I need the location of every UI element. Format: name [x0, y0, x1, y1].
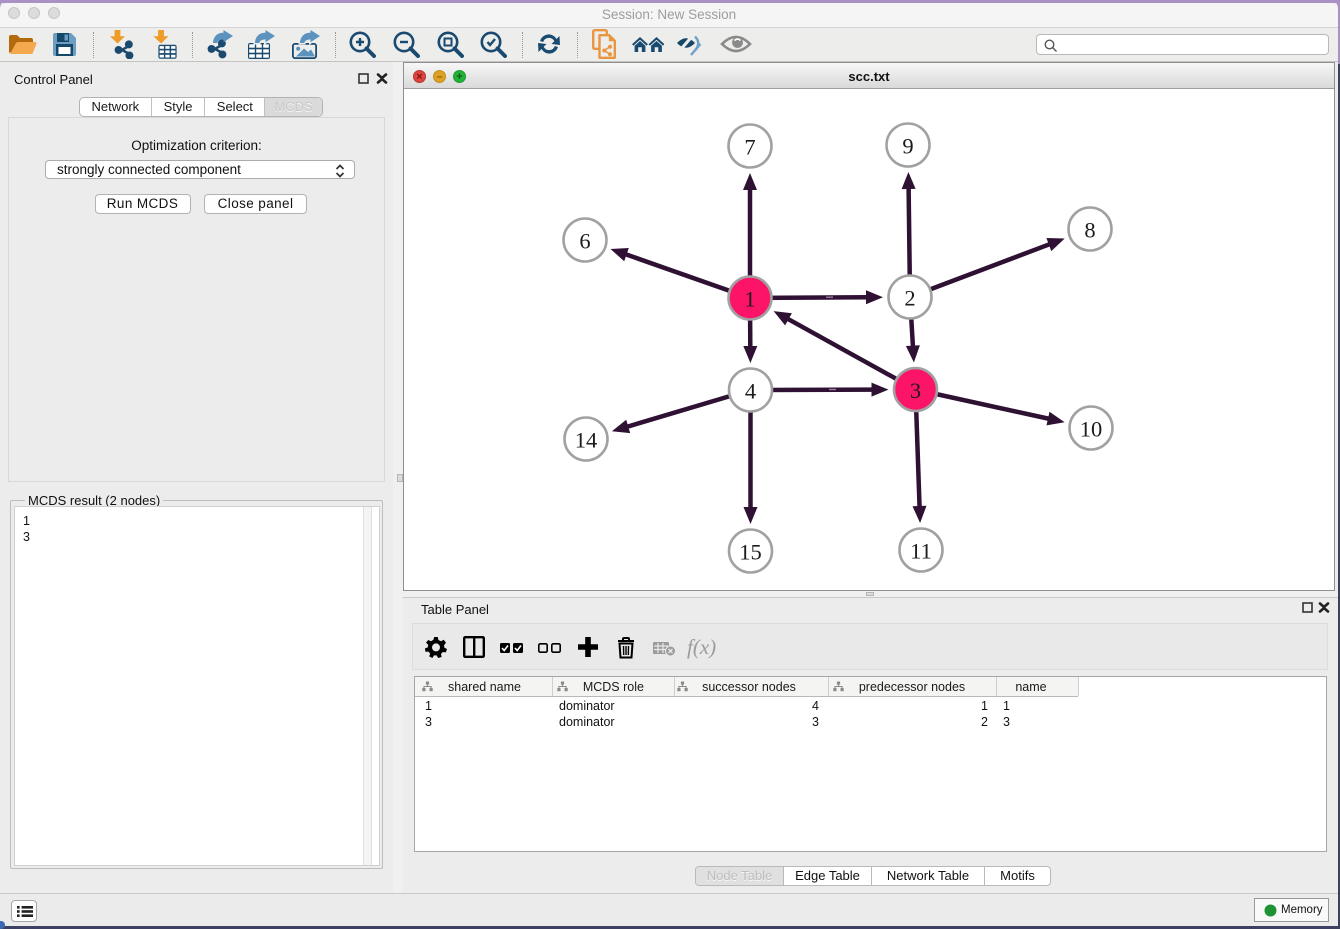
svg-text:6: 6 — [579, 229, 590, 254]
svg-text:1: 1 — [744, 287, 755, 312]
svg-text:3: 3 — [910, 378, 921, 403]
svg-text:11: 11 — [910, 539, 932, 564]
svg-text:9: 9 — [902, 134, 913, 159]
svg-text:7: 7 — [744, 135, 755, 160]
svg-text:14: 14 — [575, 428, 598, 453]
svg-text:10: 10 — [1080, 417, 1103, 442]
svg-text:2: 2 — [904, 286, 915, 311]
svg-text:15: 15 — [739, 540, 762, 565]
svg-text:4: 4 — [745, 379, 756, 404]
svg-text:8: 8 — [1084, 218, 1095, 243]
